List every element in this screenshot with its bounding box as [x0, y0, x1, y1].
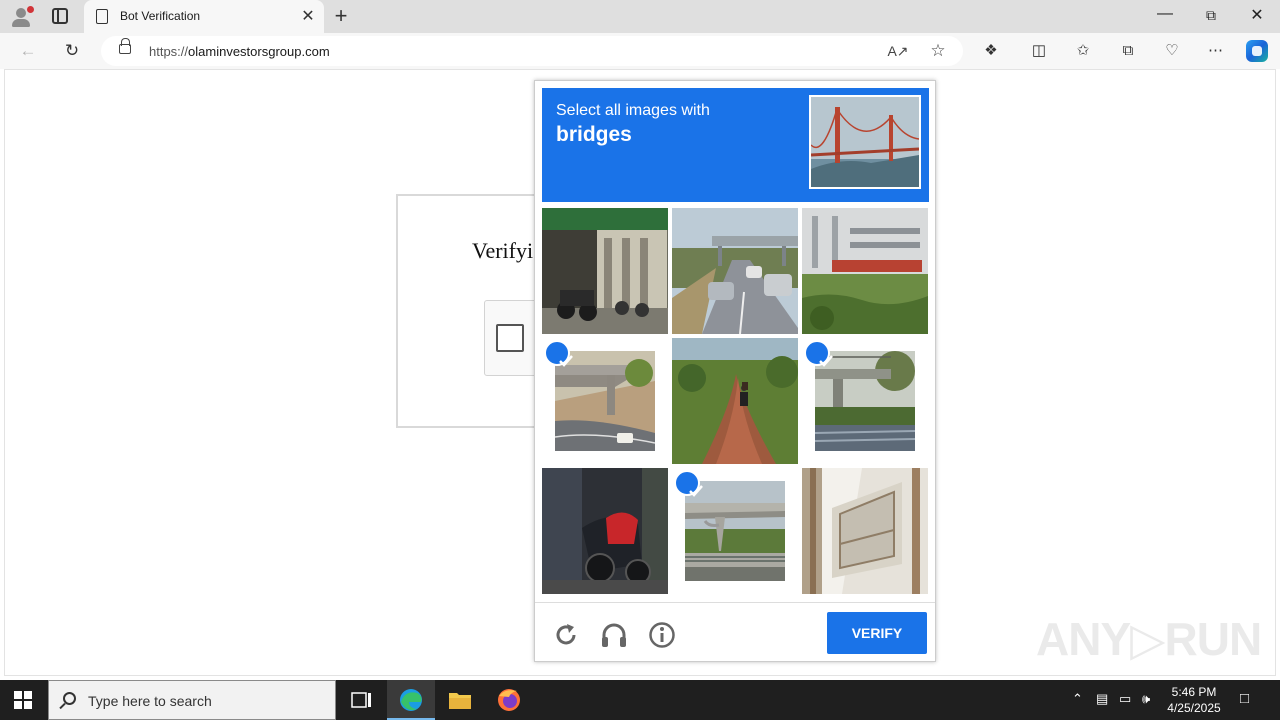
collections-icon[interactable]: ⧉: [1117, 40, 1139, 62]
captcha-header: Select all images with bridges: [542, 88, 929, 202]
favorites-icon[interactable]: ✩: [1072, 40, 1094, 62]
taskbar-search-placeholder: Type here to search: [88, 693, 212, 709]
refresh-icon[interactable]: ↻: [61, 40, 83, 62]
browser-toolbar: ← ↻ https://olaminvestorsgroup.com A↗ ☆ …: [0, 33, 1280, 69]
address-bar[interactable]: https://olaminvestorsgroup.com A↗ ☆: [101, 36, 963, 66]
windows-start-icon[interactable]: [14, 691, 32, 709]
tray-device-icon[interactable]: ▤: [1096, 691, 1108, 707]
sample-bridge-image: [809, 95, 921, 189]
lock-icon[interactable]: [119, 38, 131, 54]
page-icon: [96, 9, 108, 24]
reload-icon[interactable]: [552, 621, 580, 649]
recaptcha-checkbox[interactable]: [496, 324, 524, 352]
taskbar-clock[interactable]: 5:46 PM 4/25/2025: [1164, 684, 1224, 716]
captcha-tile-8[interactable]: [672, 468, 798, 594]
anyrun-watermark: ANY▷RUN: [1036, 613, 1262, 665]
browser-essentials-icon[interactable]: ♡: [1161, 40, 1183, 62]
selected-check-icon: [804, 340, 833, 367]
captcha-tile-5[interactable]: [672, 338, 798, 464]
split-screen-icon[interactable]: ◫: [1028, 40, 1050, 62]
task-view-icon[interactable]: [338, 680, 386, 720]
captcha-tile-9[interactable]: [802, 468, 928, 594]
copilot-icon[interactable]: [1246, 40, 1268, 62]
restore-button[interactable]: ⧉: [1196, 7, 1226, 24]
captcha-instruction: Select all images with: [556, 102, 710, 119]
new-tab-button[interactable]: +: [330, 3, 352, 29]
verification-heading: Verifyi: [472, 238, 534, 263]
back-icon[interactable]: ←: [17, 40, 39, 62]
captcha-tile-4[interactable]: [542, 338, 668, 464]
windows-taskbar: Type here to search ⌃ ▤ ▭ 🕪 5:46 PM 4/25…: [0, 680, 1280, 720]
network-icon[interactable]: ▭: [1119, 691, 1131, 707]
close-window-button[interactable]: ✕: [1242, 5, 1272, 25]
file-explorer-icon[interactable]: [436, 680, 484, 720]
profile-icon[interactable]: [10, 6, 34, 28]
captcha-footer: VERIFY: [535, 602, 935, 661]
audio-challenge-icon[interactable]: [600, 621, 628, 649]
verify-button[interactable]: VERIFY: [827, 612, 927, 654]
selected-check-icon: [674, 470, 703, 497]
volume-icon[interactable]: 🕪: [1142, 691, 1150, 707]
read-aloud-icon[interactable]: A↗: [887, 40, 909, 62]
edge-taskbar-icon[interactable]: [387, 680, 435, 720]
info-icon[interactable]: [648, 621, 676, 649]
captcha-target-word: bridges: [556, 123, 632, 146]
browser-tab-bar: Bot Verification ✕ + — ⧉ ✕: [0, 0, 1280, 33]
captcha-tile-3[interactable]: [802, 208, 928, 334]
tray-chevron-icon[interactable]: ⌃: [1072, 691, 1083, 707]
selected-check-icon: [544, 340, 573, 367]
taskbar-search-box[interactable]: Type here to search: [48, 680, 336, 720]
captcha-tile-7[interactable]: [542, 468, 668, 594]
url-text[interactable]: https://olaminvestorsgroup.com: [149, 44, 330, 59]
captcha-challenge: Select all images with bridges VERIFY: [534, 80, 936, 662]
captcha-tile-2[interactable]: [672, 208, 798, 334]
search-icon: [63, 692, 76, 705]
browser-tab[interactable]: Bot Verification ✕: [84, 0, 324, 33]
extensions-icon[interactable]: ❖: [980, 40, 1002, 62]
captcha-tile-1[interactable]: [542, 208, 668, 334]
tab-title: Bot Verification: [120, 9, 201, 23]
more-menu-icon[interactable]: ⋯: [1205, 40, 1227, 62]
firefox-icon[interactable]: [485, 680, 533, 720]
tab-close-icon[interactable]: ✕: [298, 6, 318, 26]
captcha-tile-6[interactable]: [802, 338, 928, 464]
favorite-star-icon[interactable]: ☆: [927, 40, 949, 62]
notifications-icon[interactable]: □: [1240, 690, 1249, 707]
minimize-button[interactable]: —: [1150, 5, 1180, 23]
tab-actions-icon[interactable]: [52, 8, 68, 24]
